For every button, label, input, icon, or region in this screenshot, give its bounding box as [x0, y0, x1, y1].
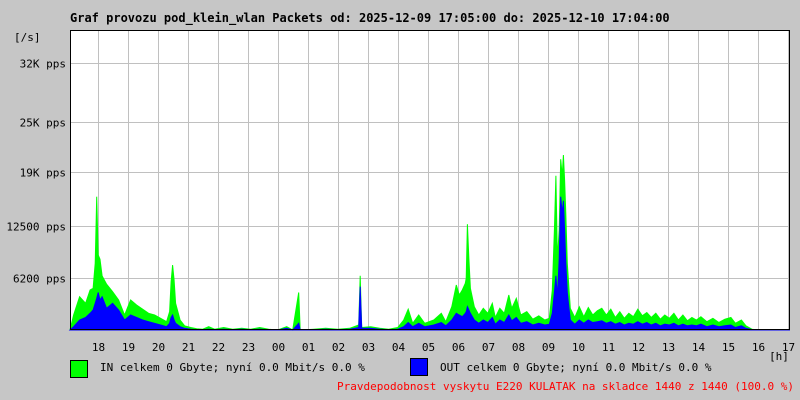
y-tick-label-4: 32K pps	[20, 58, 66, 71]
legend-out-swatch	[410, 358, 428, 376]
plot-area	[70, 30, 790, 330]
x-tick-label-6: 00	[272, 341, 285, 354]
y-tick-label-0: 6200 pps	[13, 273, 66, 286]
x-tick-label-14: 08	[512, 341, 525, 354]
probability-footer: Pravdepodobnost vyskytu E220 KULATAK na …	[337, 380, 794, 393]
x-tick-label-11: 05	[422, 341, 435, 354]
x-tick-label-16: 10	[572, 341, 585, 354]
x-unit-label: [h]	[769, 350, 789, 363]
x-tick-label-8: 02	[332, 341, 345, 354]
x-tick-label-0: 18	[92, 341, 105, 354]
x-tick-label-18: 12	[632, 341, 645, 354]
x-tick-label-3: 21	[182, 341, 195, 354]
x-tick-label-12: 06	[452, 341, 465, 354]
x-tick-label-21: 15	[722, 341, 735, 354]
y-tick-label-3: 25K pps	[20, 117, 66, 130]
x-tick-label-4: 22	[212, 341, 225, 354]
x-tick-label-1: 19	[122, 341, 135, 354]
legend-in-swatch	[70, 360, 88, 378]
y-tick-label-2: 19K pps	[20, 167, 66, 180]
x-tick-label-9: 03	[362, 341, 375, 354]
x-tick-label-13: 07	[482, 341, 495, 354]
x-tick-label-17: 11	[602, 341, 615, 354]
x-tick-label-15: 09	[542, 341, 555, 354]
x-tick-label-19: 13	[662, 341, 675, 354]
x-tick-label-7: 01	[302, 341, 315, 354]
y-tick-label-1: 12500 pps	[6, 221, 66, 234]
x-tick-label-5: 23	[242, 341, 255, 354]
x-tick-label-10: 04	[392, 341, 406, 354]
x-tick-label-2: 20	[152, 341, 165, 354]
traffic-chart: 18 19 20 21 22 23 00 01 02 03 04 05 06 07 08 09 10 11 12 13…	[6, 30, 795, 363]
legend-out-label: OUT celkem 0 Gbyte; nyní 0.0 Mbit/s 0.0 …	[440, 361, 712, 374]
x-tick-label-22: 16	[752, 341, 765, 354]
legend-in-label: IN celkem 0 Gbyte; nyní 0.0 Mbit/s 0.0 %	[100, 361, 365, 374]
x-tick-label-20: 14	[692, 341, 706, 354]
